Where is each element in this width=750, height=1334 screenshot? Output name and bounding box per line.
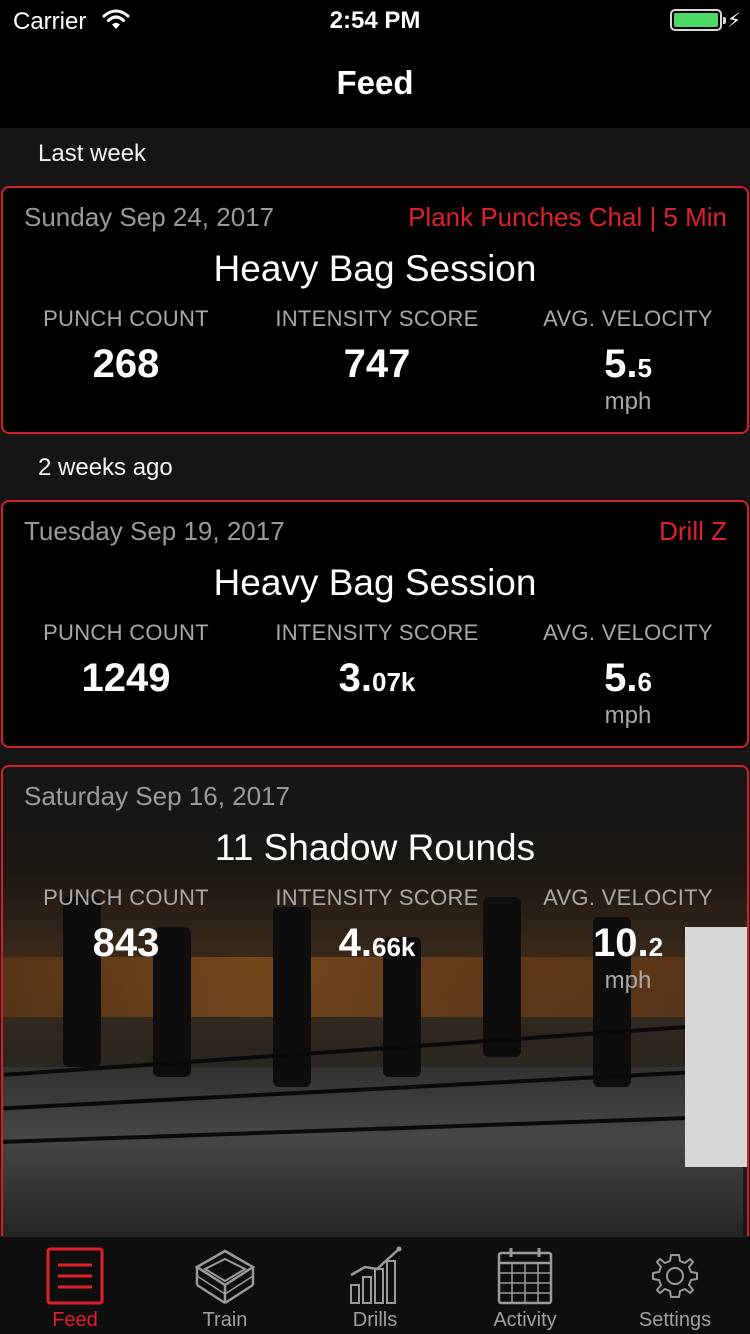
tab-drills[interactable]: Drills	[300, 1237, 450, 1334]
stat-unit: mph	[604, 388, 652, 415]
session-title: 11 Shadow Rounds	[214, 827, 536, 868]
tab-label: Drills	[352, 1309, 398, 1331]
tab-bar: Feed Train Drills Activity Settings	[0, 1236, 750, 1334]
tab-train[interactable]: Train	[150, 1237, 300, 1334]
stat-label: PUNCH COUNT	[43, 885, 209, 910]
boxing-ring-icon	[194, 1249, 256, 1305]
stat-value: 268	[92, 342, 160, 386]
stat-value: 10.2	[592, 921, 664, 965]
stat-value: 843	[92, 921, 160, 965]
stat-label: INTENSITY SCORE	[275, 306, 479, 331]
session-date: Saturday Sep 16, 2017	[24, 781, 290, 811]
stat-label: AVG. VELOCITY	[543, 306, 713, 331]
status-bar: Carrier 2:54 PM ⚡	[0, 0, 750, 40]
section-header-2-weeks-ago: 2 weeks ago	[38, 454, 173, 481]
charging-icon: ⚡	[727, 10, 742, 32]
stat-label: AVG. VELOCITY	[543, 620, 713, 645]
stat-value: 5.5	[604, 342, 652, 386]
gear-icon	[652, 1254, 698, 1298]
session-card[interactable]: Tuesday Sep 19, 2017 Drill Z Heavy Bag S…	[1, 500, 749, 748]
stat-value: 3.07k	[338, 656, 416, 700]
tab-activity[interactable]: Activity	[450, 1237, 600, 1334]
clock: 2:54 PM	[329, 7, 421, 34]
section-header-last-week: Last week	[38, 140, 147, 167]
tab-label: Activity	[493, 1309, 557, 1331]
page-title: Feed	[336, 64, 414, 101]
session-drill-tag: Drill Z	[659, 516, 727, 546]
tab-feed[interactable]: Feed	[0, 1237, 150, 1334]
stat-label: INTENSITY SCORE	[275, 885, 479, 910]
nav-bar: Feed	[0, 40, 750, 128]
stat-unit: mph	[604, 702, 652, 729]
session-date: Sunday Sep 24, 2017	[24, 202, 275, 232]
stat-label: AVG. VELOCITY	[543, 885, 713, 910]
stat-unit: mph	[604, 967, 652, 994]
calendar-icon	[497, 1248, 553, 1305]
stat-label: PUNCH COUNT	[43, 306, 209, 331]
tab-label: Train	[202, 1309, 248, 1331]
tab-settings[interactable]: Settings	[600, 1237, 750, 1334]
session-title: Heavy Bag Session	[213, 248, 537, 289]
stat-value: 5.6	[604, 656, 652, 700]
tab-label: Feed	[52, 1309, 98, 1331]
tab-label: Settings	[638, 1309, 712, 1331]
battery-icon	[670, 9, 726, 31]
session-drill-tag: Plank Punches Chal | 5 Min	[408, 202, 727, 232]
stat-value: 1249	[81, 656, 171, 700]
stat-value: 4.66k	[338, 921, 416, 965]
stat-label: PUNCH COUNT	[43, 620, 209, 645]
session-date: Tuesday Sep 19, 2017	[24, 516, 285, 546]
chart-icon	[350, 1246, 402, 1304]
feed-list[interactable]: Last week Sunday Sep 24, 2017 Plank Punc…	[0, 128, 750, 1236]
feed-icon	[46, 1247, 104, 1305]
stat-value: 747	[343, 342, 411, 386]
session-card[interactable]: Sunday Sep 24, 2017 Plank Punches Chal |…	[1, 186, 749, 434]
session-title: Heavy Bag Session	[213, 562, 537, 603]
session-card[interactable]: Saturday Sep 16, 2017 11 Shadow Rounds P…	[1, 765, 749, 1236]
stat-label: INTENSITY SCORE	[275, 620, 479, 645]
